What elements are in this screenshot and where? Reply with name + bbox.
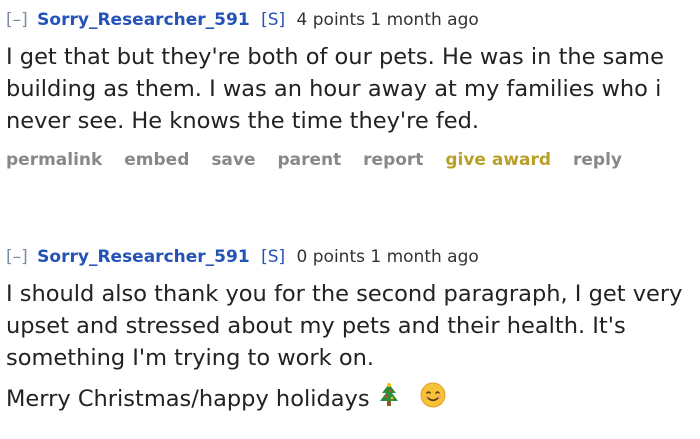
report-button[interactable]: report bbox=[363, 150, 423, 170]
comment-score: 0 points bbox=[296, 247, 365, 267]
collapse-toggle[interactable]: [–] bbox=[6, 10, 28, 30]
give-award-button[interactable]: give award bbox=[445, 150, 551, 170]
author-link[interactable]: Sorry_Researcher_591 bbox=[37, 247, 249, 267]
submitter-badge[interactable]: [S] bbox=[261, 10, 285, 30]
embed-button[interactable]: embed bbox=[124, 150, 189, 170]
comment-time: 1 month ago bbox=[370, 247, 479, 267]
comment-tagline: [–] Sorry_Researcher_591 [S] 0 points 1 … bbox=[6, 244, 696, 270]
greeting-text: Merry Christmas/happy holidays bbox=[6, 386, 370, 412]
comment-paragraph: I should also thank you for the second p… bbox=[6, 281, 683, 371]
christmas-tree-icon bbox=[378, 382, 400, 417]
comment-actions: permalink embed save parent report give … bbox=[6, 147, 696, 173]
comment-body: I get that but they're both of our pets.… bbox=[6, 41, 696, 137]
reply-button[interactable]: reply bbox=[573, 150, 622, 170]
save-button[interactable]: save bbox=[211, 150, 255, 170]
comment-time: 1 month ago bbox=[370, 10, 479, 30]
author-link[interactable]: Sorry_Researcher_591 bbox=[37, 10, 249, 30]
collapse-toggle[interactable]: [–] bbox=[6, 247, 28, 267]
comment-tagline: [–] Sorry_Researcher_591 [S] 4 points 1 … bbox=[6, 7, 696, 33]
comment: [–] Sorry_Researcher_591 [S] 0 points 1 … bbox=[6, 244, 696, 417]
comment-paragraph: Merry Christmas/happy holidays bbox=[6, 382, 696, 417]
comment-body: I should also thank you for the second p… bbox=[6, 278, 696, 417]
parent-button[interactable]: parent bbox=[277, 150, 341, 170]
comment-paragraph: I get that but they're both of our pets.… bbox=[6, 44, 664, 134]
submitter-badge[interactable]: [S] bbox=[261, 247, 285, 267]
permalink-button[interactable]: permalink bbox=[6, 150, 102, 170]
comment: [–] Sorry_Researcher_591 [S] 4 points 1 … bbox=[6, 7, 696, 173]
smiling-face-icon bbox=[408, 382, 446, 417]
comment-score: 4 points bbox=[296, 10, 365, 30]
